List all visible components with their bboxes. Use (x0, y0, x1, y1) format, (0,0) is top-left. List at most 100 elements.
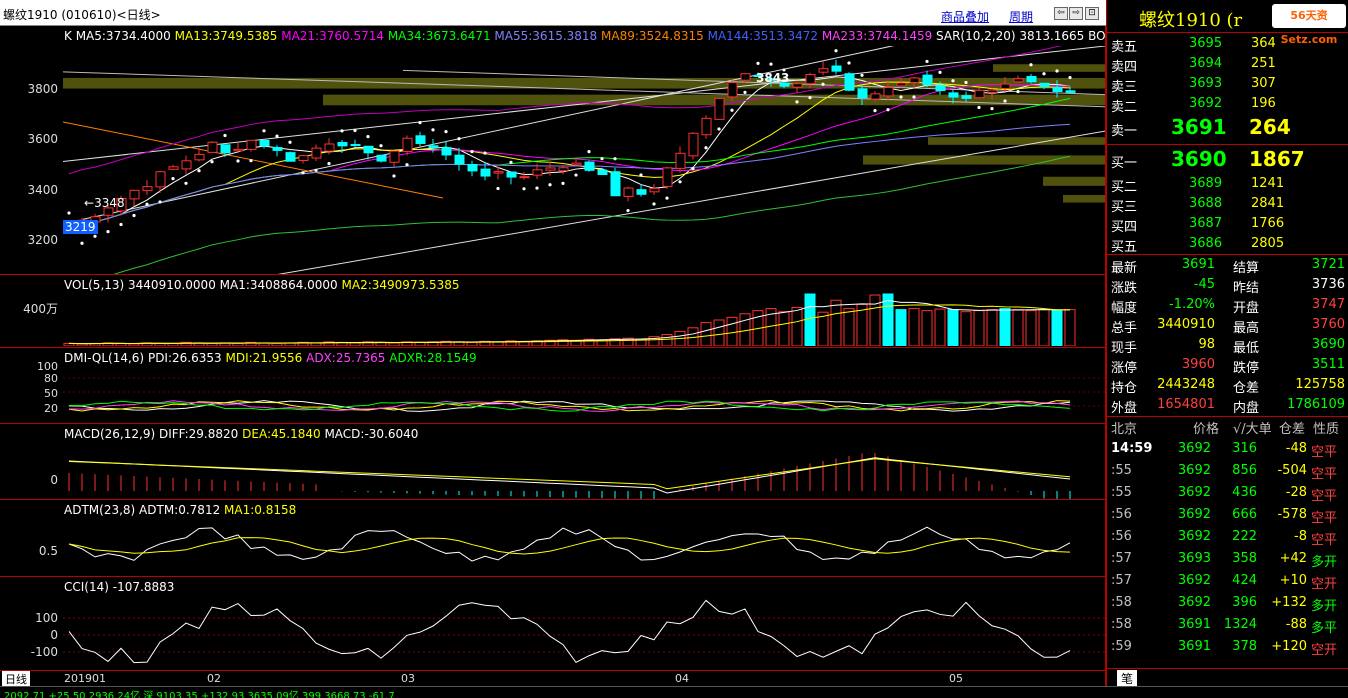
sar-dot (860, 73, 864, 77)
zoom-out-icon[interactable]: ⇦ (1054, 7, 1068, 20)
candle-body (649, 187, 660, 193)
candlestick-chart[interactable] (63, 46, 1105, 274)
tick-row[interactable]: :58 3691 1324 -88 多平 (1107, 613, 1348, 636)
sar-dot (1068, 75, 1072, 80)
ask-row[interactable]: 卖二 3692 196 (1107, 94, 1348, 115)
expand-icon[interactable]: ⊡ (1085, 7, 1099, 20)
price-band (1063, 194, 1105, 203)
tick-nature: 多平 (1311, 621, 1338, 636)
date-axis-label: 03 (401, 672, 415, 685)
tick-row[interactable]: :57 3692 424 +10 空开 (1107, 569, 1348, 592)
bid-row[interactable]: 买四 3687 1766 (1107, 214, 1348, 235)
candle-body (545, 167, 556, 171)
ask1-row[interactable]: 卖一 3691 264 (1107, 114, 1348, 142)
sar-dot (834, 49, 838, 53)
adtm-lines[interactable] (63, 515, 1105, 575)
stat-row[interactable]: 最新 3691 结算 3721 (1107, 255, 1348, 276)
tick-row[interactable]: :58 3692 396 +132 多开 (1107, 591, 1348, 614)
tick-volume: 222 (1232, 529, 1257, 544)
stat-row[interactable]: 外盘 1654801 内盘 1786109 (1107, 395, 1348, 416)
volume-bar (960, 311, 972, 346)
stat-label: 最高 (1233, 321, 1260, 336)
trades-tab[interactable]: 笔 (1117, 670, 1138, 687)
tick-row[interactable]: :55 3692 856 -504 空平 (1107, 459, 1348, 482)
cci-line[interactable] (63, 592, 1105, 670)
macd-pane[interactable]: MACD(26,12,9) DIFF:29.8820 DEA:45.1840 M… (0, 423, 1106, 499)
sar-dot (106, 230, 110, 234)
price-axis-label: 3800 (27, 82, 58, 96)
boll-lower-line (113, 155, 1071, 274)
chart-area[interactable]: K MA5:3734.4000 MA13:3749.5385 MA21:3760… (0, 26, 1155, 687)
volume-bar (1025, 310, 1037, 346)
stat-row[interactable]: 现手 98 最低 3690 (1107, 335, 1348, 356)
tick-row[interactable]: :57 3693 358 +42 多开 (1107, 547, 1348, 570)
stat-row[interactable]: 持仓 2443248 仓差 125758 (1107, 375, 1348, 396)
sar-dot (639, 173, 643, 177)
tick-nature: 多开 (1311, 599, 1338, 614)
ticks-header-city: 北京 (1111, 422, 1138, 437)
period-tab[interactable]: 日线 (2, 671, 30, 687)
period-link[interactable]: 周期 (1009, 8, 1033, 25)
tick-price: 3692 (1177, 573, 1211, 588)
bid-row[interactable]: 买三 3688 2841 (1107, 194, 1348, 215)
bid-row[interactable]: 买五 3686 2805 (1107, 234, 1348, 255)
dmi-axis-label: 20 (44, 402, 58, 415)
ask-row[interactable]: 卖三 3693 307 (1107, 74, 1348, 95)
low-price-mark-label: ←3348 (84, 196, 125, 210)
tick-row[interactable]: :56 3692 222 -8 空平 (1107, 525, 1348, 548)
adtm-pane[interactable]: ADTM(23,8) ADTM:0.7812 MA1:0.8158 0.5 (0, 499, 1106, 576)
date-axis-label: 04 (675, 672, 689, 685)
tick-diff: +120 (1271, 639, 1307, 654)
status-bar: 2092.71 +25.50 2936.24亿 深 9103.35 +132.9… (0, 686, 1348, 698)
ask-row[interactable]: 卖五 3695 364 (1107, 34, 1348, 55)
bid-row[interactable]: 买二 3689 1241 (1107, 174, 1348, 195)
volume-pane[interactable]: VOL(5,13) 3440910.0000 MA1:3408864.0000 … (0, 274, 1106, 347)
indicator-8: MA233:3744.1459 (821, 29, 937, 43)
volume-bar (700, 322, 712, 346)
stat-value: 1786109 (1287, 397, 1345, 412)
tick-row[interactable]: :56 3692 666 -578 空平 (1107, 503, 1348, 526)
date-axis-label: 02 (207, 672, 221, 685)
dmi-lines[interactable] (63, 363, 1105, 423)
tick-diff: -48 (1285, 441, 1307, 456)
sar-dot (236, 159, 240, 163)
tick-price: 3691 (1177, 639, 1211, 654)
tick-row[interactable]: :59 3691 378 +120 空开 (1107, 635, 1348, 658)
candle-body (974, 89, 985, 99)
candle-body (961, 95, 972, 99)
quote-header: 螺纹1910 (r 56天资 Setz.com (1107, 0, 1348, 46)
sar-dot (1029, 63, 1033, 67)
candle-body (857, 88, 868, 99)
stat-row[interactable]: 总手 3440910 最高 3760 (1107, 315, 1348, 336)
tick-row[interactable]: :55 3692 436 -28 空平 (1107, 481, 1348, 504)
volume-bars[interactable] (63, 290, 1105, 346)
dmi-pane[interactable]: DMI-QL(14,6) PDI:26.6353 MDI:21.9556 ADX… (0, 347, 1106, 423)
tick-time: :55 (1111, 463, 1132, 478)
stat-row[interactable]: 涨停 3960 跌停 3511 (1107, 355, 1348, 376)
sar-dot (873, 109, 877, 113)
sar-dot (340, 129, 344, 133)
candle-body (480, 168, 491, 177)
zoom-in-icon[interactable]: ⇨ (1069, 7, 1083, 20)
overlay-link[interactable]: 商品叠加 (941, 8, 989, 25)
price-pane[interactable]: K MA5:3734.4000 MA13:3749.5385 MA21:3760… (0, 26, 1155, 274)
price-band (928, 137, 1105, 145)
macd-chart[interactable] (63, 439, 1105, 499)
sar-dot (93, 234, 97, 238)
ask-row[interactable]: 卖四 3694 251 (1107, 54, 1348, 75)
ask-price: 3694 (1189, 56, 1223, 71)
candle-body (662, 167, 673, 187)
bid-label: 买二 (1111, 180, 1138, 195)
tick-row[interactable]: 14:59 3692 316 -48 空平 (1107, 437, 1348, 460)
stat-row[interactable]: 涨跌 -45 昨结 3736 (1107, 275, 1348, 296)
volume-bar (349, 342, 361, 346)
tick-diff: -88 (1285, 617, 1307, 632)
sar-dot (730, 108, 734, 112)
sar-dot (327, 162, 331, 166)
main-indicator-legend: K MA5:3734.4000 MA13:3749.5385 MA21:3760… (64, 29, 1155, 43)
cci-pane[interactable]: CCI(14) -107.8883 100 0 -100 (0, 576, 1106, 670)
bid1-row[interactable]: 买一 3690 1867 (1107, 146, 1348, 174)
stat-label: 仓差 (1233, 381, 1260, 396)
ask-label: 卖二 (1111, 100, 1138, 115)
stat-row[interactable]: 幅度 -1.20% 开盘 3747 (1107, 295, 1348, 316)
